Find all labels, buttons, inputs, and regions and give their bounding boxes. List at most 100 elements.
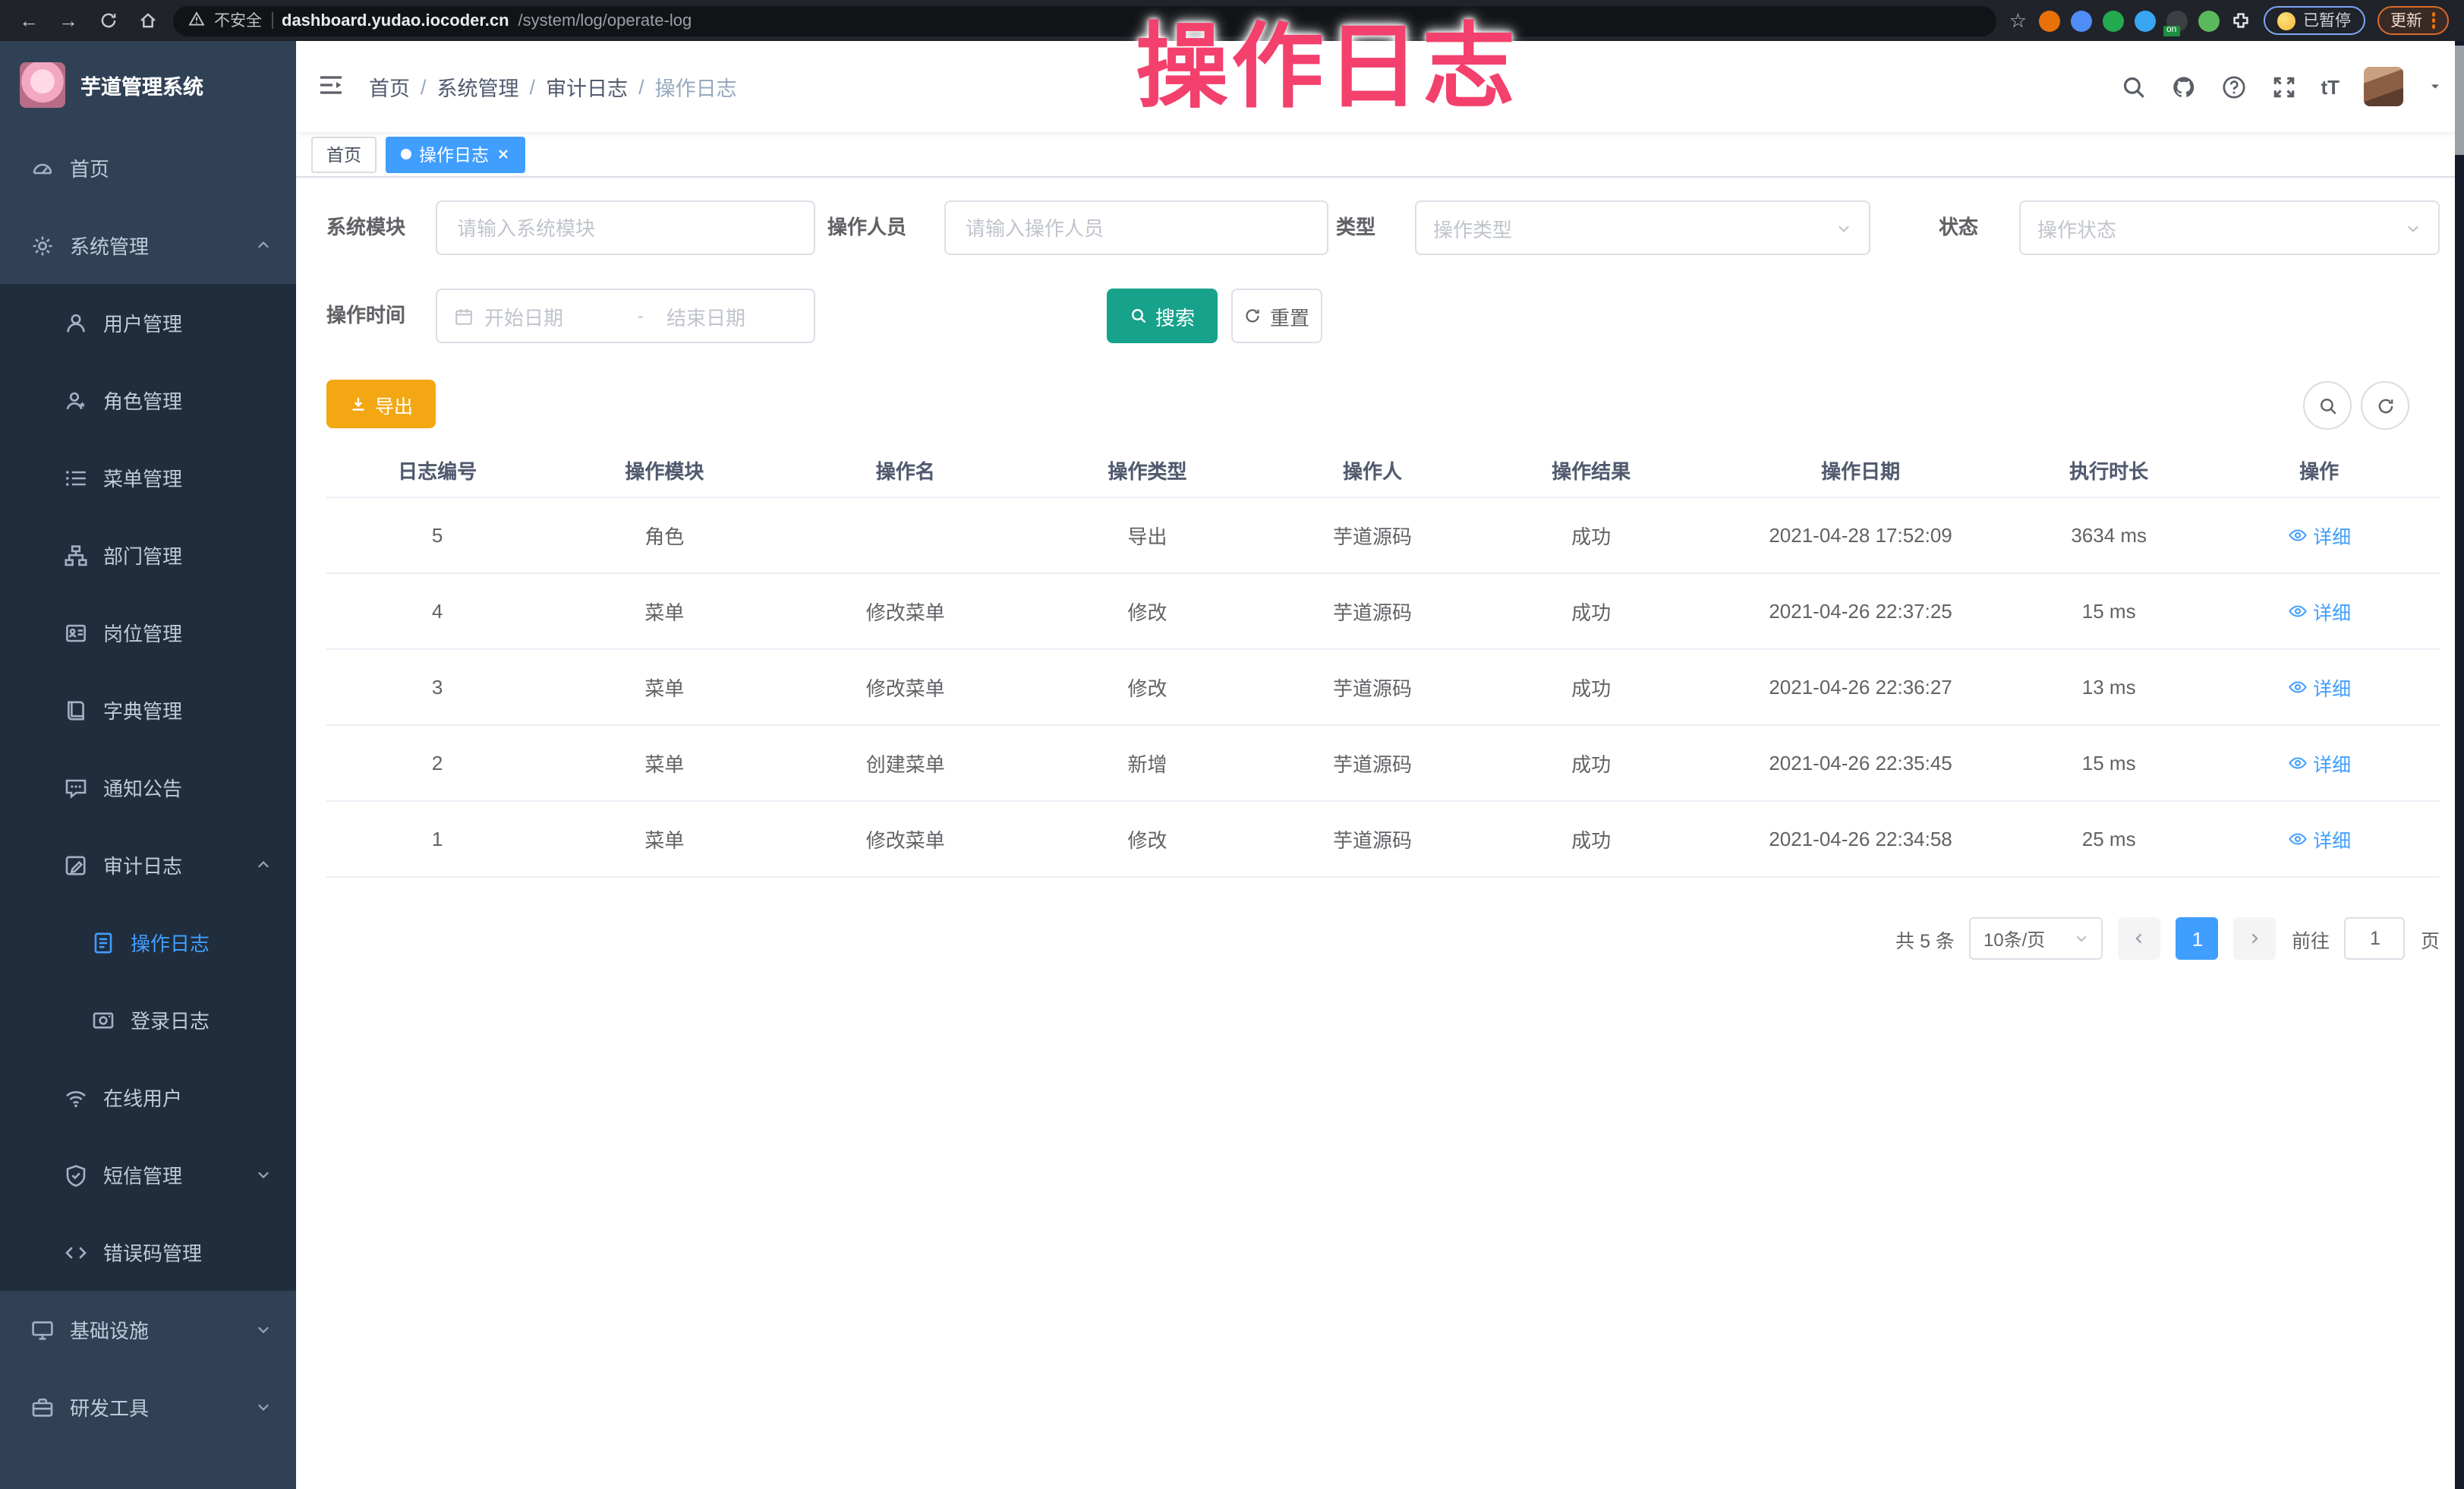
sidebar-item-错误码管理[interactable]: 错误码管理 xyxy=(0,1213,296,1291)
breadcrumb-item-操作日志: 操作日志 xyxy=(655,71,737,102)
module-input-field[interactable] xyxy=(454,215,797,241)
close-icon[interactable] xyxy=(496,147,510,161)
screenshot-stage: ← → 不安全 dashboard.yudao.iocoder.cn/syste… xyxy=(0,0,2464,1489)
tab-label: 首页 xyxy=(326,142,361,166)
detail-link[interactable]: 详细 xyxy=(2287,597,2351,626)
browser-update-menu-button[interactable]: 更新 xyxy=(2377,6,2449,35)
breadcrumb-item-审计日志[interactable]: 审计日志 xyxy=(546,71,628,102)
module-input[interactable] xyxy=(436,200,815,255)
sidebar-item-岗位管理[interactable]: 岗位管理 xyxy=(0,594,296,671)
bookmark-star-icon[interactable]: ☆ xyxy=(2009,8,2027,33)
tab-首页[interactable]: 首页 xyxy=(311,136,377,172)
cell-type: 导出 xyxy=(1030,498,1265,573)
extensions-puzzle-icon[interactable] xyxy=(2230,10,2251,31)
export-button[interactable]: 导出 xyxy=(326,380,436,428)
code-icon xyxy=(64,1240,88,1264)
extension-leaf-icon[interactable] xyxy=(2198,10,2220,31)
sidebar-item-label: 菜单管理 xyxy=(103,463,182,492)
refresh-table-button[interactable] xyxy=(2361,381,2409,430)
cell-name: 修改菜单 xyxy=(781,650,1031,724)
sidebar-item-label: 基础设施 xyxy=(70,1315,149,1344)
sidebar-item-审计日志[interactable]: 审计日志 xyxy=(0,826,296,904)
cell-duration: 3634 ms xyxy=(2019,498,2199,573)
date-range-picker[interactable]: 开始日期 - 结束日期 xyxy=(436,289,815,343)
operator-input[interactable] xyxy=(944,200,1328,255)
doc-icon xyxy=(91,930,115,954)
cell-result: 成功 xyxy=(1480,726,1702,800)
reset-button[interactable]: 重置 xyxy=(1231,289,1322,343)
prev-page-button[interactable] xyxy=(2119,917,2161,960)
github-icon[interactable] xyxy=(2170,74,2196,99)
next-page-button[interactable] xyxy=(2234,917,2277,960)
sidebar-item-在线用户[interactable]: 在线用户 xyxy=(0,1058,296,1136)
chevron-down-icon xyxy=(1835,219,1852,236)
cell-module: 菜单 xyxy=(548,574,780,648)
browser-reload-icon[interactable] xyxy=(94,0,121,41)
breadcrumb-item-系统管理[interactable]: 系统管理 xyxy=(437,71,519,102)
page-number-1[interactable]: 1 xyxy=(2176,917,2219,960)
cell-actions: 详细 xyxy=(2199,802,2440,876)
avatar-caret-down-icon[interactable] xyxy=(2428,79,2443,94)
address-bar[interactable]: 不安全 dashboard.yudao.iocoder.cn/system/lo… xyxy=(173,5,1997,36)
sidebar-item-基础设施[interactable]: 基础设施 xyxy=(0,1291,296,1368)
search-button-label: 搜索 xyxy=(1155,301,1195,330)
sidebar-item-研发工具[interactable]: 研发工具 xyxy=(0,1368,296,1446)
user-avatar[interactable] xyxy=(2364,67,2403,106)
cell-result: 成功 xyxy=(1480,650,1702,724)
type-select[interactable]: 操作类型 xyxy=(1415,200,1870,255)
detail-link[interactable]: 详细 xyxy=(2287,749,2351,778)
search-icon[interactable] xyxy=(2120,74,2146,99)
browser-forward-icon[interactable]: → xyxy=(55,0,82,41)
sidebar-logo[interactable]: 芋道管理系统 xyxy=(0,41,296,129)
extension-blue-icon[interactable] xyxy=(2071,10,2092,31)
sidebar-item-用户管理[interactable]: 用户管理 xyxy=(0,284,296,361)
profile-avatar-emoji-icon xyxy=(2277,11,2295,30)
sidebar-item-字典管理[interactable]: 字典管理 xyxy=(0,671,296,749)
operator-input-field[interactable] xyxy=(963,215,1310,241)
sidebar-item-角色管理[interactable]: 角色管理 xyxy=(0,361,296,439)
help-question-icon[interactable] xyxy=(2220,74,2246,99)
detail-link[interactable]: 详细 xyxy=(2287,825,2351,853)
extension-on-badge-icon[interactable]: on xyxy=(2166,10,2188,31)
sidebar-item-操作日志[interactable]: 操作日志 xyxy=(0,904,296,981)
sidebar-item-短信管理[interactable]: 短信管理 xyxy=(0,1136,296,1213)
cell-type: 新增 xyxy=(1030,726,1265,800)
detail-link[interactable]: 详细 xyxy=(2287,673,2351,702)
column-header-操作结果: 操作结果 xyxy=(1480,443,1702,497)
extension-green-y-icon[interactable] xyxy=(2103,10,2124,31)
wifi-icon xyxy=(64,1085,88,1109)
page-scrollbar[interactable] xyxy=(2455,41,2464,1489)
sidebar-item-label: 部门管理 xyxy=(103,541,182,569)
tab-操作日志[interactable]: 操作日志 xyxy=(386,136,525,172)
extension-diamond-icon[interactable] xyxy=(2135,10,2156,31)
chevron-down-icon xyxy=(255,1321,272,1338)
scrollbar-thumb[interactable] xyxy=(2455,46,2464,155)
goto-page-input[interactable] xyxy=(2345,917,2406,960)
sidebar-item-首页[interactable]: 首页 xyxy=(0,129,296,207)
breadcrumb-item-首页[interactable]: 首页 xyxy=(369,71,410,102)
column-header-操作: 操作 xyxy=(2199,443,2440,497)
fullscreen-icon[interactable] xyxy=(2270,74,2296,99)
browser-back-icon[interactable]: ← xyxy=(15,0,43,41)
browser-home-icon[interactable] xyxy=(134,0,161,41)
page-size-select[interactable]: 10条/页 xyxy=(1970,917,2103,960)
sidebar-item-菜单管理[interactable]: 菜单管理 xyxy=(0,439,296,516)
detail-link[interactable]: 详细 xyxy=(2287,521,2351,550)
sidebar-item-系统管理[interactable]: 系统管理 xyxy=(0,207,296,284)
sidebar-item-label: 操作日志 xyxy=(131,928,210,957)
extension-orange-icon[interactable] xyxy=(2039,10,2060,31)
status-select[interactable]: 操作状态 xyxy=(2019,200,2440,255)
search-button[interactable]: 搜索 xyxy=(1107,289,1218,343)
cell-date: 2021-04-28 17:52:09 xyxy=(1702,498,2019,573)
profile-paused-pill[interactable]: 已暂停 xyxy=(2264,6,2365,35)
sidebar-item-通知公告[interactable]: 通知公告 xyxy=(0,749,296,826)
toggle-search-button[interactable] xyxy=(2303,381,2352,430)
url-path: /system/log/operate-log xyxy=(518,11,692,30)
sidebar-item-登录日志[interactable]: 登录日志 xyxy=(0,981,296,1058)
font-size-icon[interactable]: tT xyxy=(2321,75,2340,98)
cell-actions: 详细 xyxy=(2199,498,2440,573)
sidebar-item-部门管理[interactable]: 部门管理 xyxy=(0,516,296,594)
sidebar-item-label: 用户管理 xyxy=(103,308,182,337)
paused-label: 已暂停 xyxy=(2303,9,2351,32)
sidebar-toggle-icon[interactable] xyxy=(317,71,348,102)
